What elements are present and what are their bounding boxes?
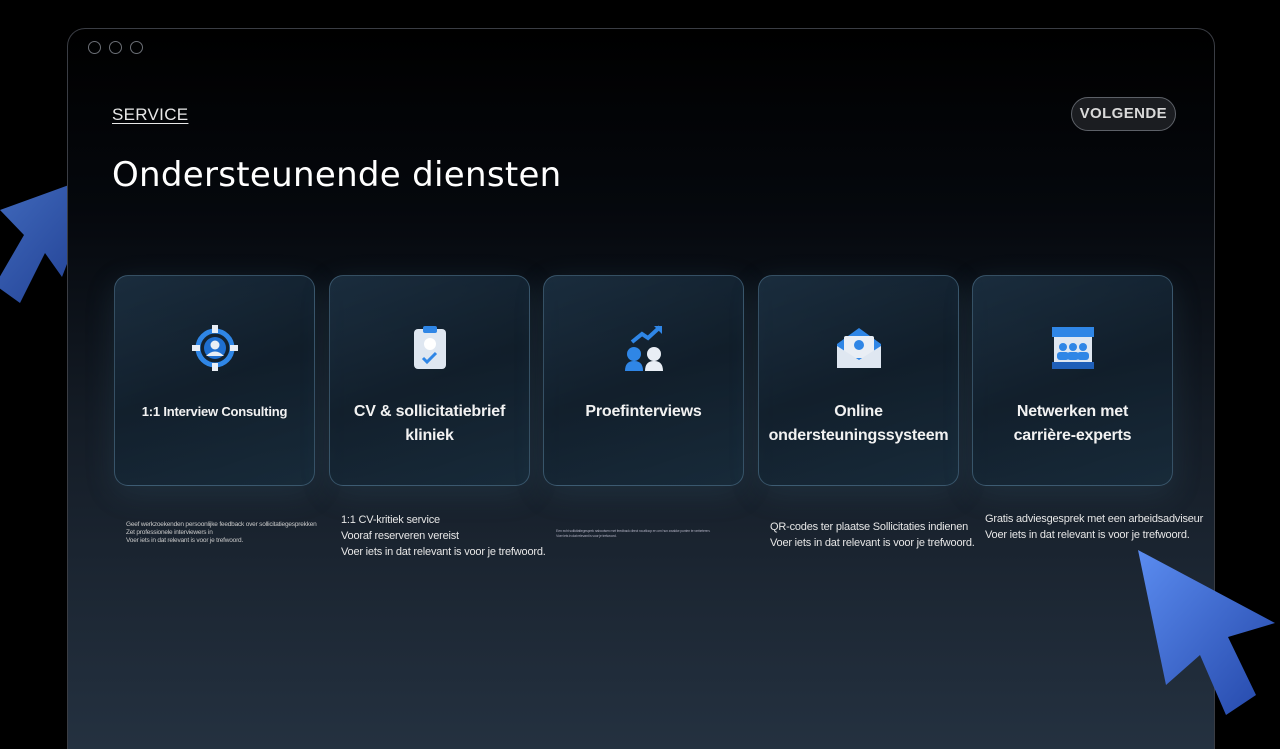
cursor-arrow-icon [1138,550,1275,715]
clipboard-check-icon [413,326,446,369]
window-dot[interactable] [88,41,101,54]
section-label[interactable]: SERVICE [112,105,188,125]
window-dot[interactable] [130,41,143,54]
presentation-board-icon [1051,327,1094,369]
card-description: Een echt sollicitatiegesprek nabootsen m… [556,529,711,538]
people-growth-icon [624,325,663,371]
service-card-cv-clinic[interactable]: CV & sollicitatiebrief kliniek [329,275,530,486]
service-card-mock-interviews[interactable]: Proefinterviews [543,275,744,486]
next-button[interactable]: VOLGENDE [1070,97,1176,131]
envelope-icon [836,328,881,368]
service-card-interview-consulting[interactable]: 1:1 Interview Consulting [114,275,315,486]
card-description: Gratis adviesgesprek met een arbeidsadvi… [985,513,1204,541]
window-dot[interactable] [109,41,122,54]
card-description: QR-codes ter plaatse Sollicitaties indie… [770,521,975,549]
card-label: Netwerken met carrière-experts [1013,403,1132,444]
browser-window: SERVICE VOLGENDE Ondersteunende diensten… [67,28,1215,749]
service-card-networking[interactable]: Netwerken met carrière-experts [972,275,1173,486]
person-target-icon [191,325,238,371]
card-label: Proefinterviews [585,403,702,420]
page-title: Ondersteunende diensten [112,155,562,195]
card-label: CV & sollicitatiebrief kliniek [353,403,506,444]
card-description: Geef werkzoekenden persoonlijke feedback… [126,521,317,544]
card-description: 1:1 CV-kritiek service Vooraf reserveren… [341,514,546,558]
card-label: 1:1 Interview Consulting [141,404,288,419]
card-label: Online ondersteuningssysteem [768,403,949,444]
service-card-online-support[interactable]: Online ondersteuningssysteem [758,275,959,486]
window-controls [88,41,143,54]
